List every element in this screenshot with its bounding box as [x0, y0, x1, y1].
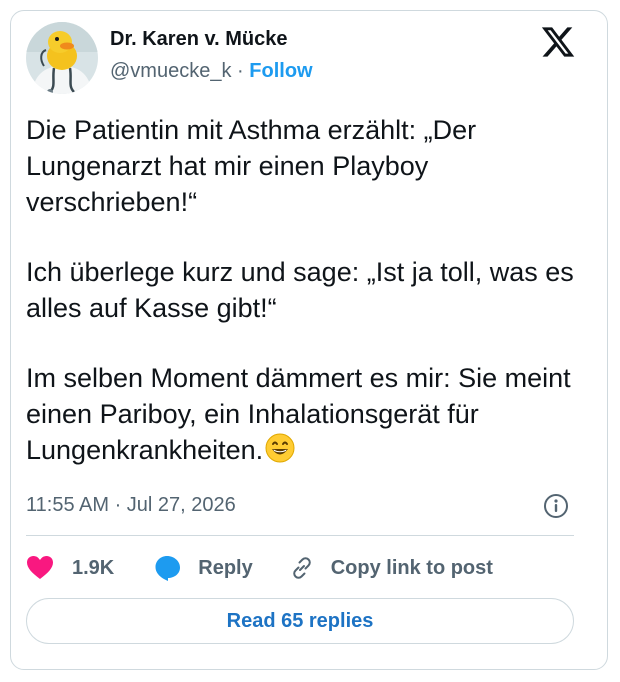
reply-label: Reply [198, 556, 253, 579]
tweet-paragraph: Im selben Moment dämmert es mir: Sie mei… [26, 363, 571, 465]
like-count: 1.9K [72, 556, 115, 579]
copy-link-button[interactable]: Copy link to post [289, 555, 493, 581]
x-logo-icon[interactable] [540, 24, 576, 60]
author-handle-row: @vmuecke_k · Follow [110, 60, 313, 83]
grinning-face-emoji-icon [265, 433, 295, 472]
tweet-text: Die Patientin mit Asthma erzählt: „Der L… [26, 112, 576, 472]
link-icon [292, 557, 311, 579]
separator-dot: · [237, 60, 244, 82]
tweet-paragraph: Die Patientin mit Asthma erzählt: „Der L… [26, 115, 477, 217]
copy-link-label: Copy link to post [330, 556, 493, 579]
info-icon[interactable] [543, 493, 569, 519]
read-replies-button[interactable]: Read 65 replies [26, 598, 574, 644]
heart-icon [27, 556, 53, 579]
like-button[interactable]: 1.9K [26, 555, 114, 581]
reply-button[interactable]: Reply [154, 554, 253, 582]
tweet-paragraph-with-emoji: Im selben Moment dämmert es mir: Sie mei… [26, 360, 576, 472]
follow-button[interactable]: Follow [249, 60, 312, 82]
tweet-timestamp[interactable]: 11:55 AM · Jul 27, 2026 [26, 494, 236, 517]
action-bar: 1.9K Reply Copy link to post [26, 552, 493, 584]
author-name[interactable]: Dr. Karen v. Mücke [110, 28, 287, 51]
author-avatar[interactable] [26, 22, 98, 94]
divider [26, 535, 574, 536]
reply-bubble-icon [155, 556, 181, 581]
author-handle[interactable]: @vmuecke_k [110, 60, 231, 82]
duck-doctor-avatar-icon [26, 22, 98, 94]
tweet-paragraph: Ich überlege kurz und sage: „Ist ja toll… [26, 257, 574, 323]
